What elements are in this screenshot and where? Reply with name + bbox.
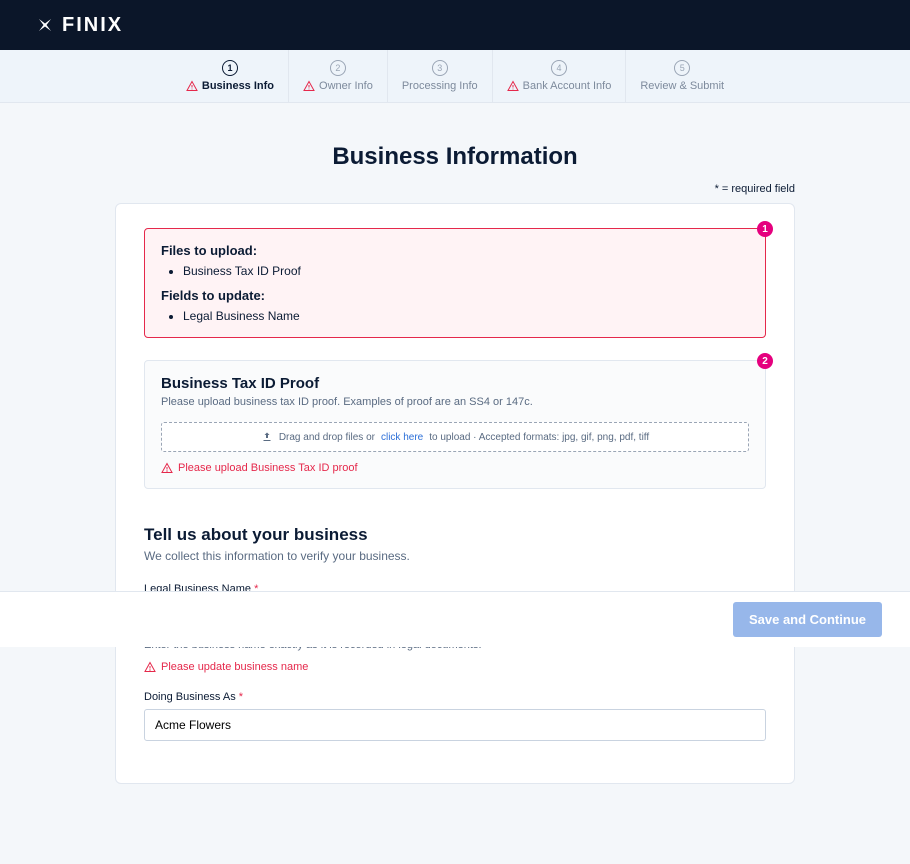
dba-label: Doing Business As * xyxy=(144,691,766,703)
dropzone-text-suffix: to upload · Accepted formats: jpg, gif, … xyxy=(429,432,649,443)
main-content: Business Information * = required field … xyxy=(115,103,795,864)
dropzone-text-prefix: Drag and drop files or xyxy=(279,432,375,443)
alert-fields-heading: Fields to update: xyxy=(161,288,749,303)
legal-name-error-text: Please update business name xyxy=(161,661,308,673)
step-business-info[interactable]: 1 Business Info xyxy=(172,50,289,102)
footer-bar: Save and Continue xyxy=(0,591,910,647)
brand-logo-icon xyxy=(36,16,54,34)
section-subtitle: We collect this information to verify yo… xyxy=(144,549,766,563)
warning-icon xyxy=(507,80,519,92)
step-label: Review & Submit xyxy=(640,80,724,92)
upload-title: Business Tax ID Proof xyxy=(161,375,749,392)
legal-name-error: Please update business name xyxy=(144,661,766,673)
step-label: Business Info xyxy=(186,80,274,92)
upload-error: Please upload Business Tax ID proof xyxy=(161,462,749,474)
brand-logo: FINIX xyxy=(36,14,123,37)
step-number: 3 xyxy=(432,60,448,76)
alert-file-item: Business Tax ID Proof xyxy=(183,264,749,278)
upload-description: Please upload business tax ID proof. Exa… xyxy=(161,396,749,408)
upload-badge: 2 xyxy=(757,353,773,369)
dba-input[interactable] xyxy=(144,709,766,741)
upload-icon xyxy=(261,431,273,443)
tax-id-upload-card: 2 Business Tax ID Proof Please upload bu… xyxy=(144,360,766,489)
warning-icon xyxy=(144,661,156,673)
step-owner-info[interactable]: 2 Owner Info xyxy=(289,50,388,102)
alert-files-heading: Files to upload: xyxy=(161,243,749,258)
warning-icon xyxy=(186,80,198,92)
dba-group: Doing Business As * xyxy=(144,691,766,741)
alert-badge: 1 xyxy=(757,221,773,237)
step-processing-info[interactable]: 3 Processing Info xyxy=(388,50,493,102)
upload-error-text: Please upload Business Tax ID proof xyxy=(178,462,358,474)
step-label: Processing Info xyxy=(402,80,478,92)
step-label: Bank Account Info xyxy=(507,80,612,92)
update-required-alert: 1 Files to upload: Business Tax ID Proof… xyxy=(144,228,766,338)
alert-field-item: Legal Business Name xyxy=(183,309,749,323)
step-bank-account-info[interactable]: 4 Bank Account Info xyxy=(493,50,627,102)
stepper: 1 Business Info 2 Owner Info 3 Processing Inf… xyxy=(0,50,910,103)
section-title: Tell us about your business xyxy=(144,525,766,545)
app-header: FINIX xyxy=(0,0,910,50)
step-number: 5 xyxy=(674,60,690,76)
step-number: 1 xyxy=(222,60,238,76)
save-continue-button[interactable]: Save and Continue xyxy=(733,602,882,637)
warning-icon xyxy=(303,80,315,92)
warning-icon xyxy=(161,462,173,474)
form-card: 1 Files to upload: Business Tax ID Proof… xyxy=(115,203,795,784)
required-note: * = required field xyxy=(115,183,795,195)
step-number: 2 xyxy=(330,60,346,76)
page-title: Business Information xyxy=(115,143,795,171)
dropzone-click-link[interactable]: click here xyxy=(381,432,423,443)
step-label: Owner Info xyxy=(303,80,373,92)
brand-name: FINIX xyxy=(62,14,123,37)
step-review-submit[interactable]: 5 Review & Submit xyxy=(626,50,738,102)
step-number: 4 xyxy=(551,60,567,76)
file-dropzone[interactable]: Drag and drop files or click here to upl… xyxy=(161,422,749,452)
